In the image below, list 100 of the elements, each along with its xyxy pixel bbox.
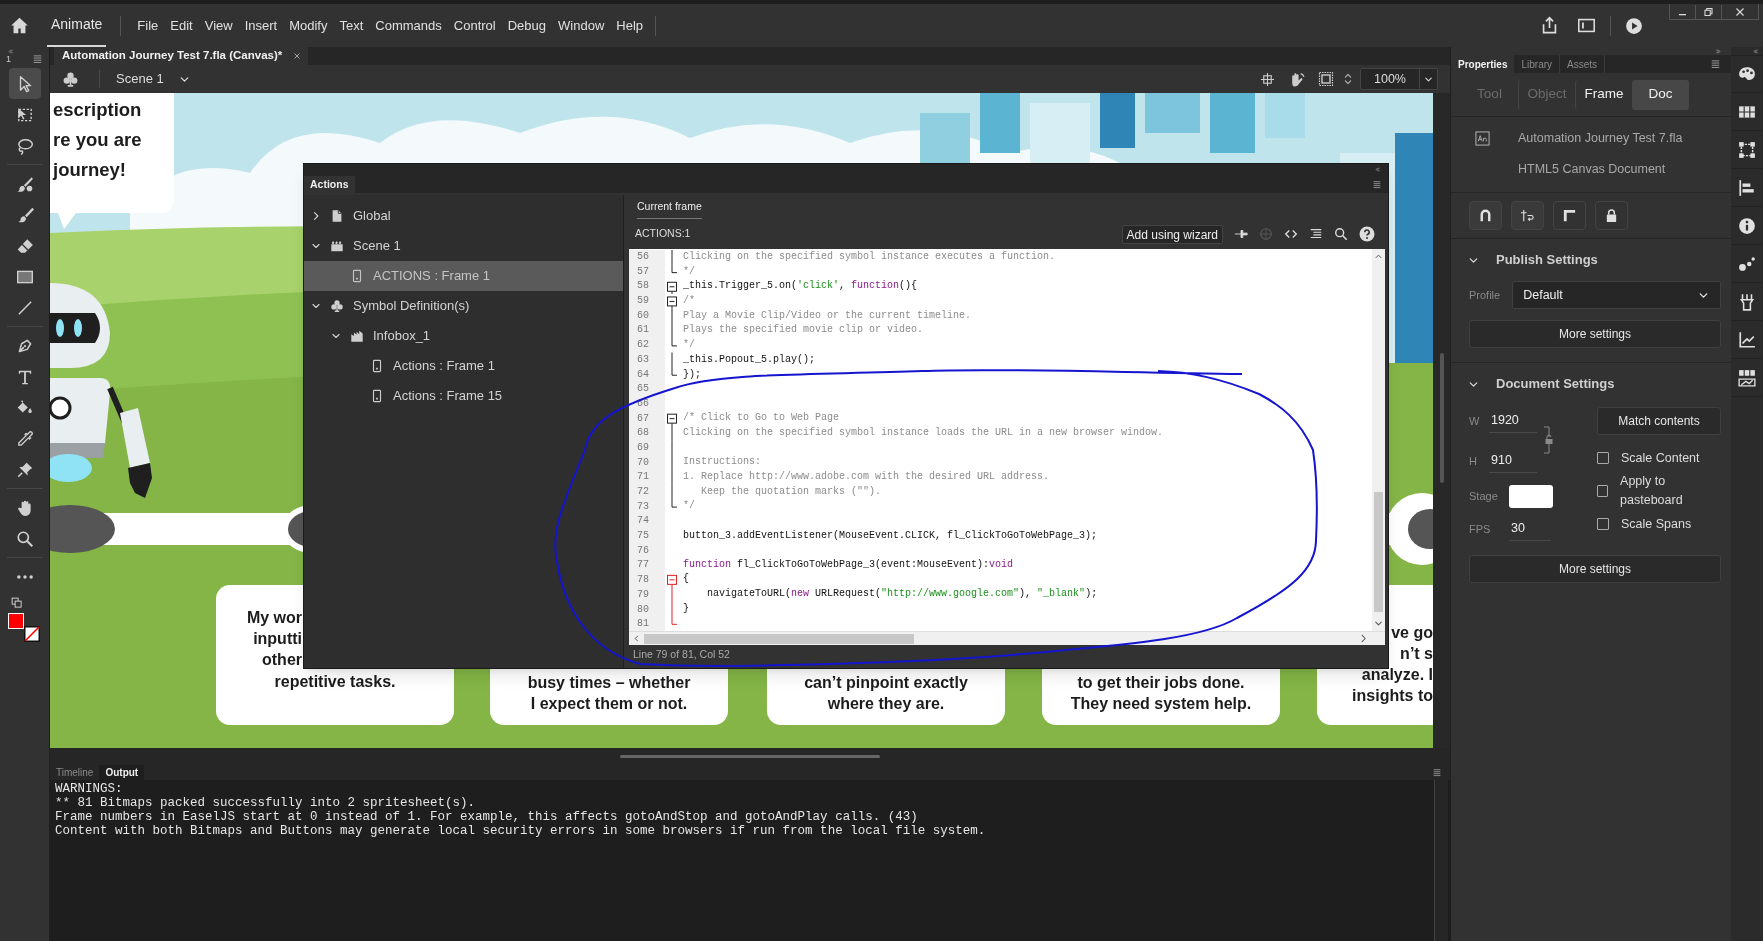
document-tab[interactable]: Automation Journey Test 7.fla (Canvas)* — [54, 47, 309, 65]
profile-dropdown[interactable]: Default — [1512, 281, 1721, 309]
more-settings-button[interactable]: More settings — [1469, 555, 1721, 583]
scrollbar-thumb[interactable] — [644, 633, 914, 644]
help-icon[interactable] — [1359, 226, 1375, 242]
mode-button[interactable]: Doc — [1632, 79, 1689, 110]
match-contents-button[interactable]: Match contents — [1597, 407, 1721, 435]
card-text: analyze. I — [1361, 665, 1433, 685]
info-icon[interactable] — [1738, 216, 1756, 235]
code-line: }); — [682, 367, 701, 382]
club-icon[interactable] — [62, 70, 79, 88]
line-number: 70 — [636, 455, 650, 470]
home-icon[interactable] — [10, 16, 29, 35]
tree-item[interactable]: Global — [304, 201, 623, 231]
card-text: where they are. — [827, 694, 945, 714]
menu-item[interactable]: View — [198, 15, 239, 36]
hand-rotate-icon[interactable] — [1289, 70, 1306, 88]
code-line: Clicking on the specified symbol instance executes a function. — [682, 250, 1056, 264]
chart-icon[interactable] — [1738, 330, 1756, 349]
panel-layout-icon[interactable] — [1577, 16, 1596, 35]
scene-name[interactable]: Scene 1 — [116, 69, 164, 89]
add-using-wizard-button[interactable]: Add using wizard — [1121, 224, 1223, 244]
snap-toggle-button[interactable] — [1553, 201, 1586, 230]
expand-icon[interactable] — [1714, 47, 1723, 55]
card-text: to get their jobs done. — [1077, 673, 1245, 693]
menu-item[interactable]: Debug — [501, 15, 553, 36]
swap-colors-icon[interactable] — [10, 597, 23, 609]
collapse-icon[interactable] — [1751, 47, 1760, 55]
pin-icon[interactable] — [1234, 227, 1248, 241]
menu-item[interactable]: Help — [610, 15, 650, 36]
number-field[interactable]: 30 — [1509, 517, 1551, 541]
checkbox[interactable] — [1597, 452, 1609, 464]
panel-tab[interactable]: Output — [99, 765, 145, 780]
code-line: { — [682, 572, 689, 587]
transform-box-icon[interactable] — [1738, 140, 1756, 159]
code-line: */ — [682, 264, 695, 279]
collapse-icon[interactable] — [1373, 165, 1382, 173]
panel-tab[interactable]: Timeline — [50, 765, 100, 780]
tool-button[interactable] — [8, 68, 41, 99]
menu-item[interactable]: File — [131, 15, 165, 36]
play-icon[interactable] — [1625, 16, 1643, 35]
menu-item[interactable]: Modify — [283, 15, 334, 36]
checkbox[interactable] — [1597, 518, 1609, 530]
output-line: ** 81 Bitmaps packed successfully into 2 spritesheet(s). — [55, 796, 477, 810]
share-icon[interactable] — [1540, 16, 1559, 35]
panel-tab[interactable]: Library — [1514, 55, 1561, 73]
snap-toggle-button[interactable] — [1595, 201, 1628, 230]
line-number: 80 — [636, 602, 650, 617]
snap-toggle-button[interactable] — [1469, 201, 1502, 230]
lasso-icon — [15, 136, 34, 155]
panel-tab[interactable]: Properties — [1451, 55, 1515, 73]
vertical-scrollbar[interactable] — [1434, 780, 1448, 941]
menu-icon[interactable] — [1710, 59, 1721, 69]
actions-tab[interactable]: Actions — [304, 176, 355, 193]
horizontal-scrollbar[interactable] — [629, 631, 1385, 645]
menu-item[interactable]: Commands — [369, 15, 448, 36]
chevron-right-icon[interactable] — [1358, 633, 1369, 644]
stroke-color-swatch[interactable] — [7, 613, 24, 629]
no-color-swatch[interactable] — [23, 626, 40, 642]
clip-frame-icon[interactable] — [1318, 71, 1334, 87]
close-icon[interactable] — [292, 51, 303, 61]
tree-item[interactable]: Infobox_1 — [304, 321, 623, 351]
code-editor[interactable] — [629, 249, 1385, 645]
code-brackets-icon[interactable] — [1284, 227, 1298, 241]
zoom-dropdown[interactable]: 100% — [1360, 68, 1438, 90]
tree-item[interactable]: ACTIONS : Frame 1 — [304, 261, 623, 291]
crosshair-icon[interactable] — [1260, 71, 1275, 87]
number-field[interactable]: 1920 — [1489, 409, 1537, 433]
tree-item[interactable]: Scene 1 — [304, 231, 623, 261]
document-icon — [330, 209, 344, 223]
scrollbar-thumb[interactable] — [1374, 492, 1383, 612]
snap-toggle-button[interactable] — [1511, 201, 1544, 230]
menu-item[interactable]: Control — [447, 15, 502, 36]
palette-icon[interactable] — [1738, 65, 1756, 83]
more-settings-button[interactable]: More settings — [1469, 320, 1721, 348]
stage-color-swatch[interactable] — [1509, 484, 1553, 508]
menu-icon[interactable] — [32, 54, 43, 64]
layout-grid-icon[interactable] — [1738, 368, 1756, 387]
number-field[interactable]: 910 — [1489, 449, 1537, 473]
menu-item[interactable]: Insert — [238, 15, 284, 36]
vertical-scrollbar[interactable] — [1372, 249, 1385, 631]
tree-item[interactable]: Actions : Frame 15 — [304, 381, 623, 411]
tree-item[interactable]: Symbol Definition(s) — [304, 291, 623, 321]
menu-icon[interactable] — [1432, 768, 1442, 777]
link-lock-icon[interactable] — [1543, 423, 1555, 457]
panel-tab[interactable]: Assets — [1560, 55, 1606, 73]
checkbox[interactable] — [1597, 485, 1609, 497]
section-header[interactable]: Document Settings — [1451, 367, 1731, 401]
align-icon[interactable] — [1738, 178, 1756, 197]
menu-item[interactable]: Text — [333, 15, 370, 36]
menu-item[interactable]: Window — [552, 15, 611, 36]
tree-item[interactable]: Actions : Frame 1 — [304, 351, 623, 381]
bubbles-icon[interactable] — [1738, 254, 1756, 273]
menu-item[interactable]: Edit — [164, 15, 199, 36]
format-lines-icon[interactable] — [1309, 227, 1323, 241]
section-header[interactable]: Publish Settings — [1451, 243, 1731, 277]
current-frame-tab[interactable]: Current frame — [637, 199, 702, 219]
chevron-down-icon[interactable] — [1373, 618, 1384, 629]
menu-icon[interactable] — [1372, 180, 1382, 189]
search-icon[interactable] — [1334, 227, 1348, 241]
